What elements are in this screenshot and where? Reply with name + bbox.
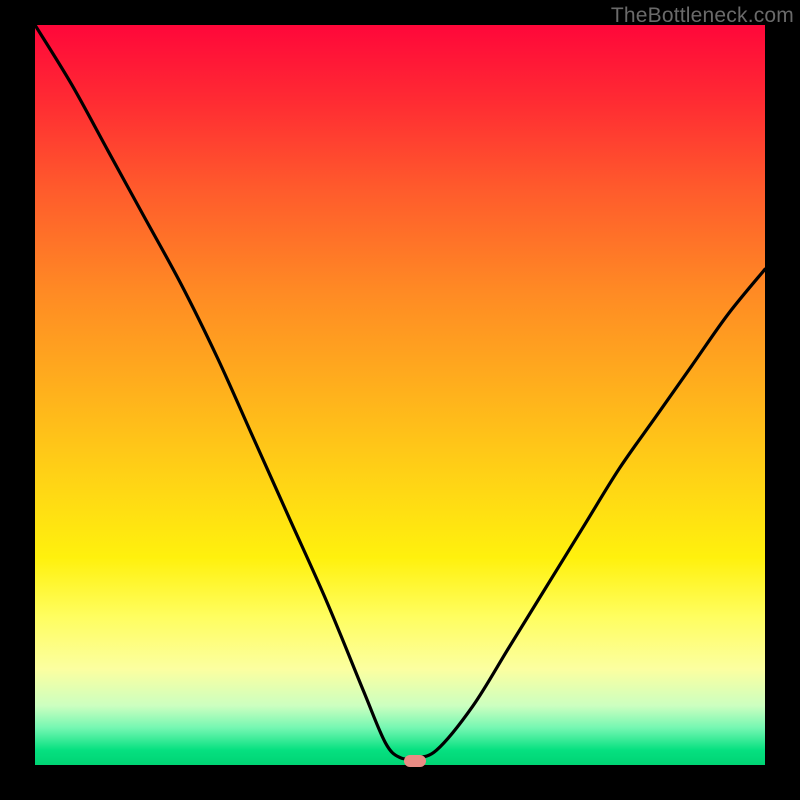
chart-stage: TheBottleneck.com (0, 0, 800, 800)
chart-curve (35, 25, 765, 759)
watermark-text: TheBottleneck.com (611, 4, 794, 28)
plot-area (35, 25, 765, 765)
curve-svg (35, 25, 765, 765)
minimum-marker (404, 755, 426, 767)
